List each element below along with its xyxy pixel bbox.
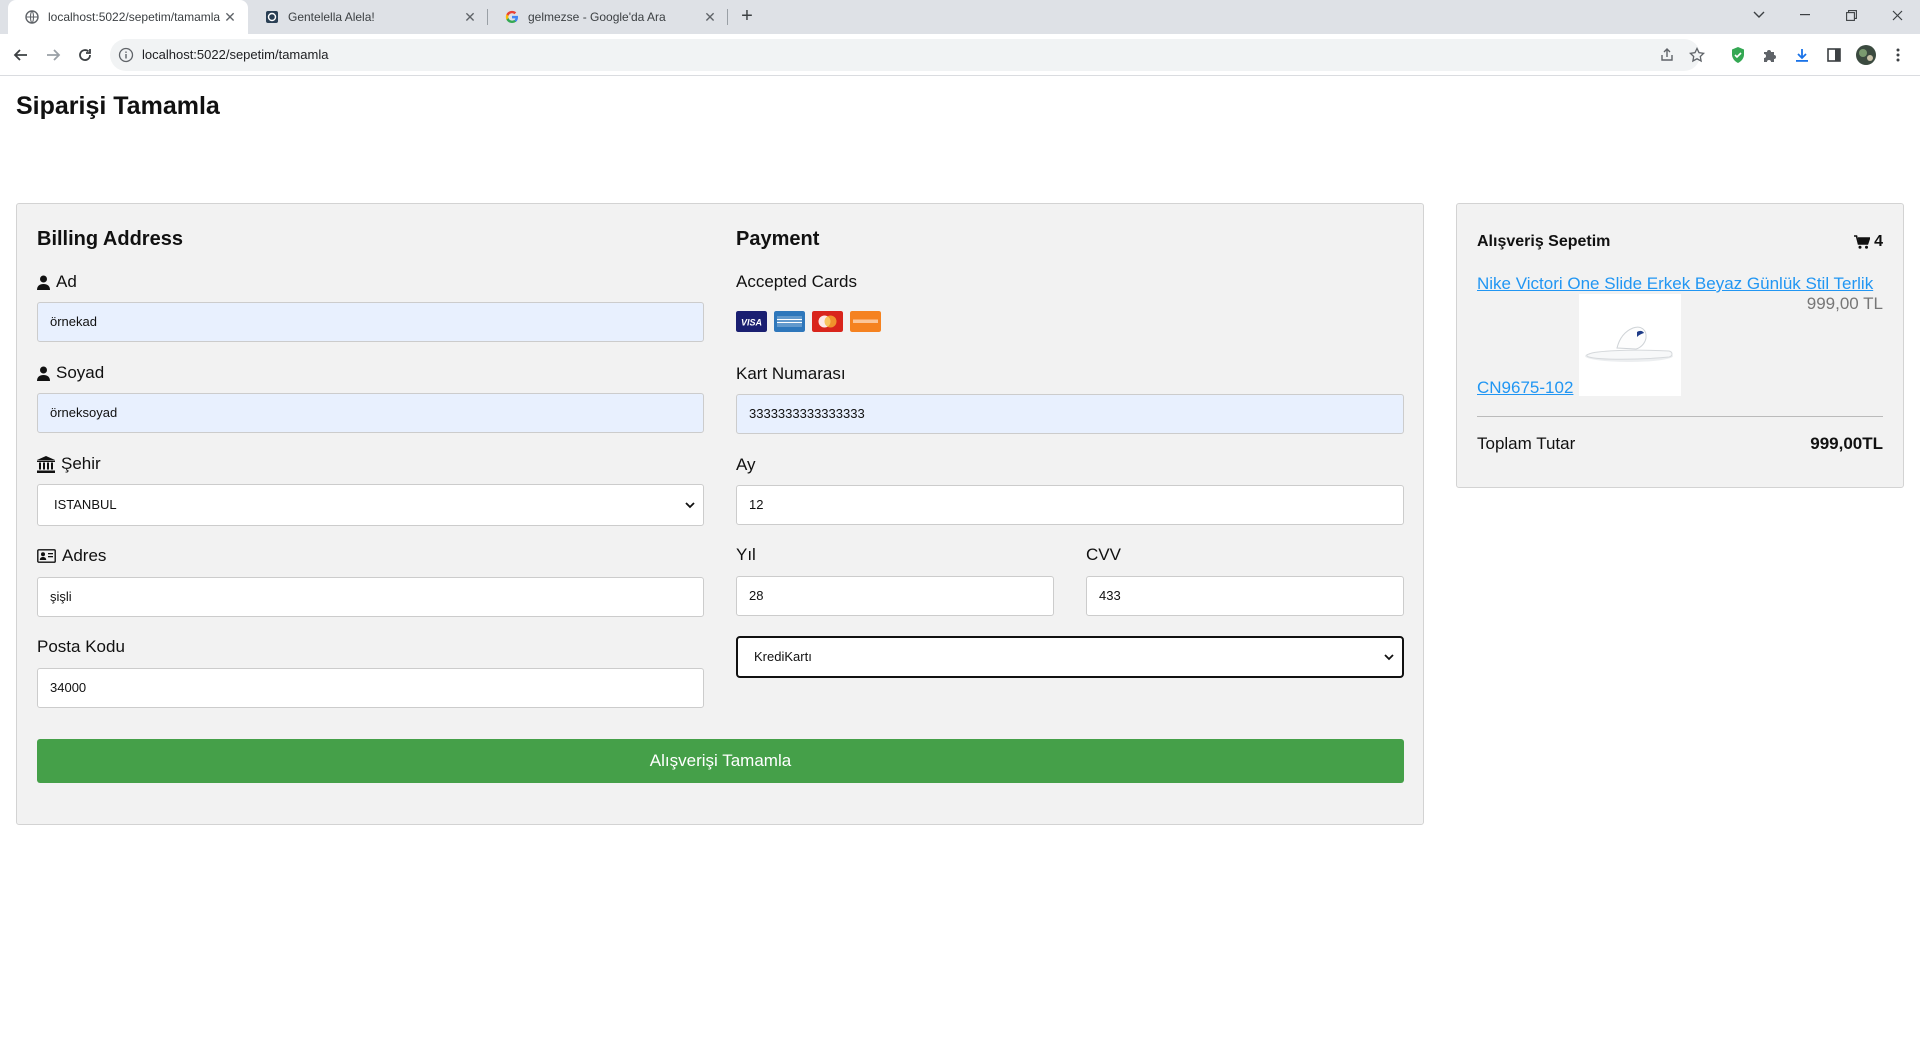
close-tab-icon[interactable]: ✕ <box>702 9 718 25</box>
shield-extension-icon[interactable] <box>1728 45 1748 65</box>
accepted-cards-label: Accepted Cards <box>736 272 857 291</box>
adres-label-text: Adres <box>62 546 107 565</box>
yil-label: Yıl <box>736 545 756 564</box>
download-icon[interactable] <box>1792 45 1812 65</box>
browser-toolbar: localhost:5022/sepetim/tamamla <box>0 34 1920 76</box>
user-icon <box>37 366 50 381</box>
forward-button[interactable] <box>40 42 66 68</box>
ay-label: Ay <box>736 455 756 474</box>
total-label: Toplam Tutar <box>1477 434 1576 453</box>
accepted-cards: VISA <box>736 311 881 332</box>
url-text: localhost:5022/sepetim/tamamla <box>142 47 329 62</box>
ay-input[interactable]: 12 <box>736 485 1404 525</box>
close-window-button[interactable] <box>1874 0 1920 30</box>
close-tab-icon[interactable]: ✕ <box>462 9 478 25</box>
ad-input[interactable]: örnekad <box>37 302 704 342</box>
browser-tab[interactable]: Gentelella Alela! ✕ <box>248 0 488 34</box>
address-bar[interactable]: localhost:5022/sepetim/tamamla <box>110 39 1705 71</box>
posta-label-text: Posta Kodu <box>37 637 125 656</box>
sehir-selected-value: ISTANBUL <box>54 497 117 512</box>
soyad-label: Soyad <box>37 363 104 383</box>
share-icon[interactable] <box>1658 46 1676 64</box>
browser-tab-active[interactable]: localhost:5022/sepetim/tamamla ✕ <box>8 0 248 34</box>
tab-search-icon[interactable] <box>1736 0 1782 30</box>
sehir-label-text: Şehir <box>61 454 101 473</box>
payment-method-value: KrediKartı <box>754 649 812 664</box>
chevron-down-icon <box>685 485 695 525</box>
posta-kodu-input[interactable]: 34000 <box>37 668 704 708</box>
sehir-select[interactable]: ISTANBUL <box>37 484 704 526</box>
billing-heading: Billing Address <box>37 228 183 250</box>
chevron-down-icon <box>1384 638 1394 676</box>
shopping-cart-icon <box>1854 235 1871 249</box>
adres-label: Adres <box>37 546 106 566</box>
browser-tabstrip: localhost:5022/sepetim/tamamla ✕ Gentele… <box>0 0 1920 34</box>
tab-title: localhost:5022/sepetim/tamamla <box>48 10 221 24</box>
institution-icon <box>37 455 55 473</box>
product-image <box>1579 294 1681 396</box>
product-code-link[interactable]: CN9675-102 <box>1477 378 1573 398</box>
mastercard-card-icon <box>812 311 843 332</box>
close-tab-icon[interactable]: ✕ <box>222 9 238 25</box>
user-icon <box>37 275 50 290</box>
address-card-icon <box>37 549 56 563</box>
cart-title: Alışveriş Sepetim <box>1477 233 1611 250</box>
payment-heading: Payment <box>736 228 820 250</box>
page-title: Siparişi Tamamla <box>16 92 220 120</box>
kart-label: Kart Numarası <box>736 364 846 383</box>
profile-avatar[interactable] <box>1856 45 1876 65</box>
discover-card-icon <box>850 311 881 332</box>
ad-label: Ad <box>37 272 77 292</box>
cvv-input[interactable]: 433 <box>1086 576 1404 616</box>
adres-input[interactable]: şişli <box>37 577 704 617</box>
amex-card-icon <box>774 311 805 332</box>
menu-dots-icon[interactable] <box>1888 45 1908 65</box>
visa-card-icon: VISA <box>736 311 767 332</box>
cart-count: 4 <box>1854 233 1883 251</box>
bookmark-star-icon[interactable] <box>1688 46 1706 64</box>
soyad-label-text: Soyad <box>56 363 105 382</box>
site-info-icon[interactable] <box>118 47 134 63</box>
minimize-button[interactable] <box>1782 0 1828 30</box>
extensions-puzzle-icon[interactable] <box>1760 45 1780 65</box>
complete-order-button[interactable]: Alışverişi Tamamla <box>37 739 1404 783</box>
browser-tab[interactable]: gelmezse - Google'da Ara ✕ <box>488 0 728 34</box>
product-link[interactable]: Nike Victori One Slide Erkek Beyaz Günlü… <box>1477 274 1873 294</box>
cart-count-value: 4 <box>1874 233 1883 250</box>
globe-icon <box>24 9 40 25</box>
gentelella-icon <box>264 9 280 25</box>
posta-label: Posta Kodu <box>37 637 125 657</box>
payment-method-select[interactable]: KrediKartı <box>736 636 1404 678</box>
svg-text:VISA: VISA <box>741 318 762 328</box>
cart-card: Alışveriş Sepetim 4 Nike Victori One Sli… <box>1456 203 1904 488</box>
tab-title: gelmezse - Google'da Ara <box>528 10 666 24</box>
cvv-label: CVV <box>1086 545 1121 564</box>
checkout-form-card: Billing Address Ad örnekad Soyad örnekso… <box>16 203 1424 825</box>
kart-numarasi-input[interactable]: 3333333333333333 <box>736 394 1404 434</box>
soyad-input[interactable]: örneksoyad <box>37 393 704 433</box>
product-price: 999,00 TL <box>1806 294 1883 313</box>
tab-separator <box>727 9 728 25</box>
sehir-label: Şehir <box>37 454 101 474</box>
google-icon <box>504 9 520 25</box>
new-tab-button[interactable]: + <box>736 6 758 28</box>
ad-label-text: Ad <box>56 272 77 291</box>
reload-button[interactable] <box>72 42 98 68</box>
tab-title: Gentelella Alela! <box>288 10 375 24</box>
yil-input[interactable]: 28 <box>736 576 1054 616</box>
back-button[interactable] <box>8 42 34 68</box>
side-panel-icon[interactable] <box>1824 45 1844 65</box>
total-value: 999,00TL <box>1810 434 1883 453</box>
restore-button[interactable] <box>1828 0 1874 30</box>
cart-divider <box>1477 416 1883 417</box>
